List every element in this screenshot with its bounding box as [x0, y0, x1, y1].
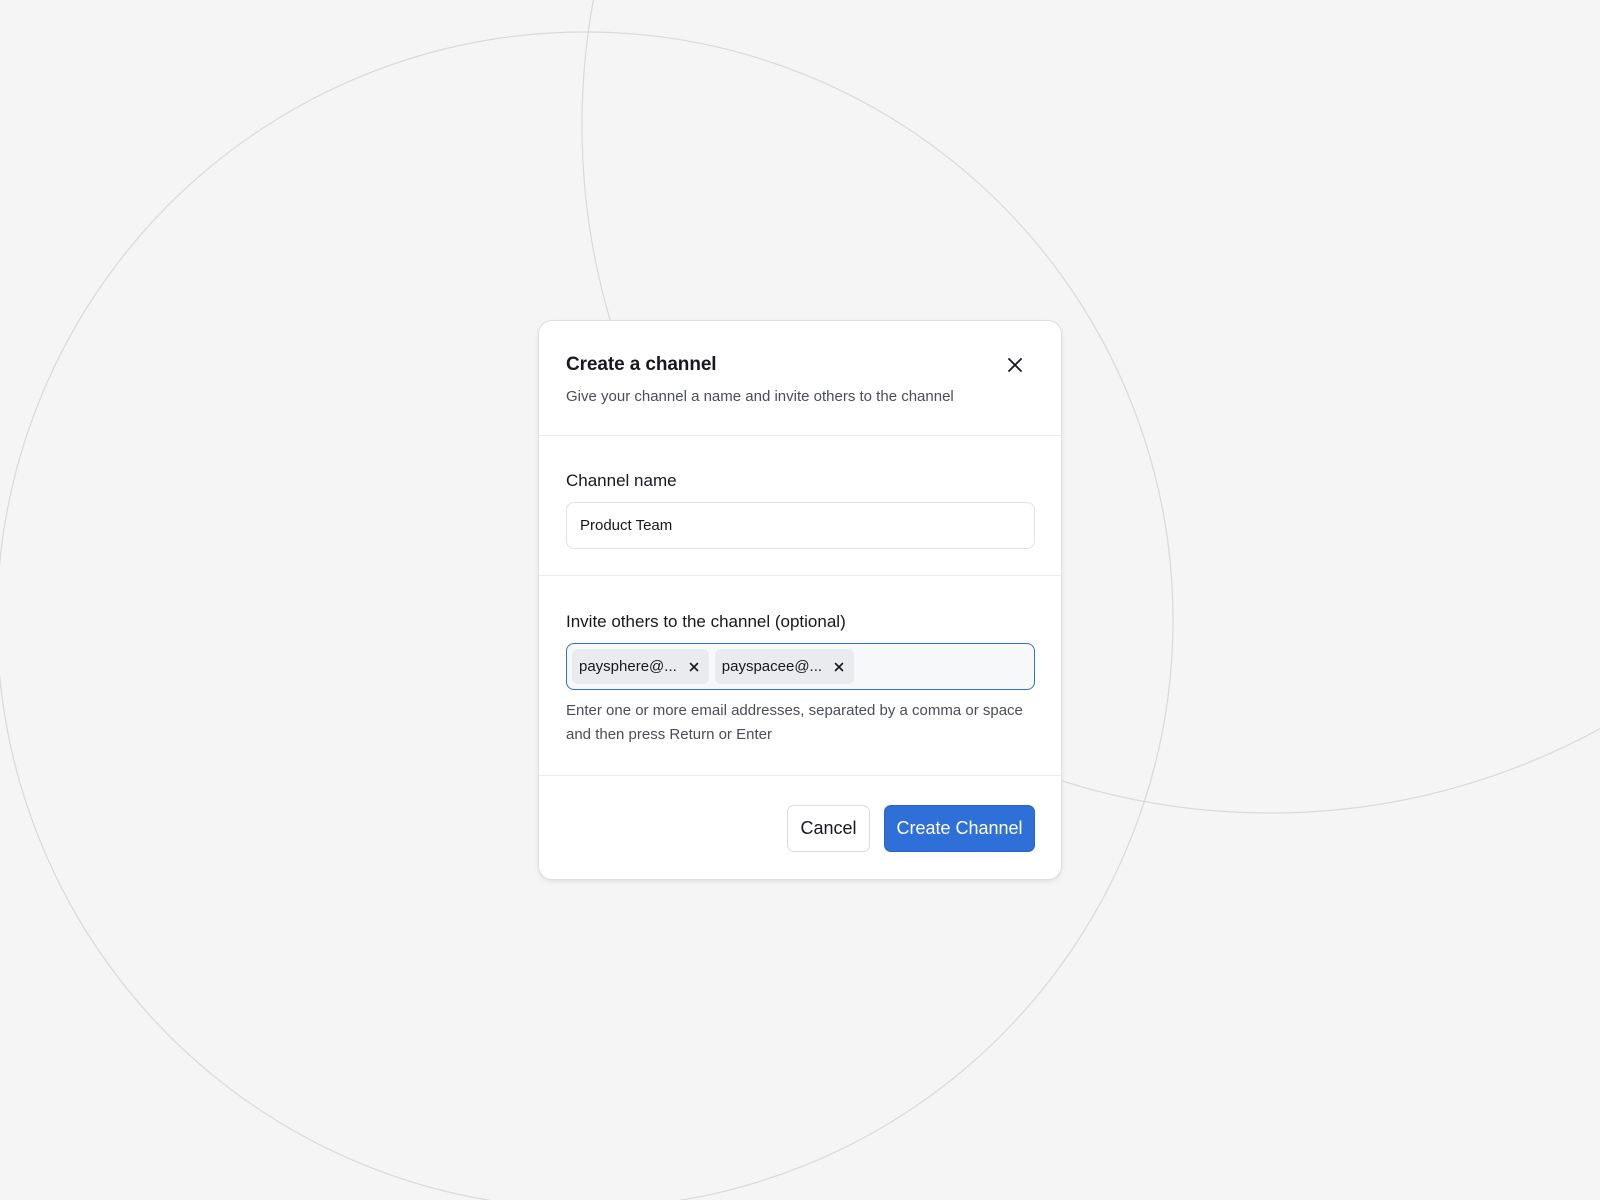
chip-remove-button[interactable] — [832, 660, 846, 674]
chip-remove-button[interactable] — [687, 660, 701, 674]
email-chip: paysphere@... — [572, 649, 709, 684]
channel-name-input[interactable] — [566, 502, 1035, 549]
close-icon — [834, 662, 844, 671]
email-entry-field[interactable] — [860, 650, 1064, 683]
cancel-button[interactable]: Cancel — [787, 805, 870, 852]
dialog-header: Create a channel Give your channel a nam… — [539, 321, 1061, 436]
invite-label: Invite others to the channel (optional) — [566, 612, 846, 631]
dialog-subtitle: Give your channel a name and invite othe… — [566, 388, 954, 405]
channel-name-label: Channel name — [566, 471, 677, 490]
channel-name-section: Channel name — [539, 436, 1061, 576]
dialog-title: Create a channel — [566, 354, 717, 375]
create-channel-button[interactable]: Create Channel — [884, 805, 1035, 852]
email-chip: payspacee@... — [714, 649, 855, 684]
invite-email-input[interactable]: paysphere@... payspacee@... — [566, 643, 1064, 690]
close-button[interactable] — [1000, 350, 1030, 380]
dialog-footer: Cancel Create Channel — [539, 776, 1061, 881]
invite-section: Invite others to the channel (optional) … — [539, 576, 1064, 776]
email-chip-label: payspacee@... — [721, 658, 823, 675]
create-channel-dialog: Create a channel Give your channel a nam… — [538, 320, 1064, 881]
close-icon — [1008, 358, 1022, 372]
close-icon — [689, 662, 699, 671]
email-chip-label: paysphere@... — [579, 658, 677, 675]
invite-help-text: Enter one or more email addresses, separ… — [566, 702, 1023, 743]
